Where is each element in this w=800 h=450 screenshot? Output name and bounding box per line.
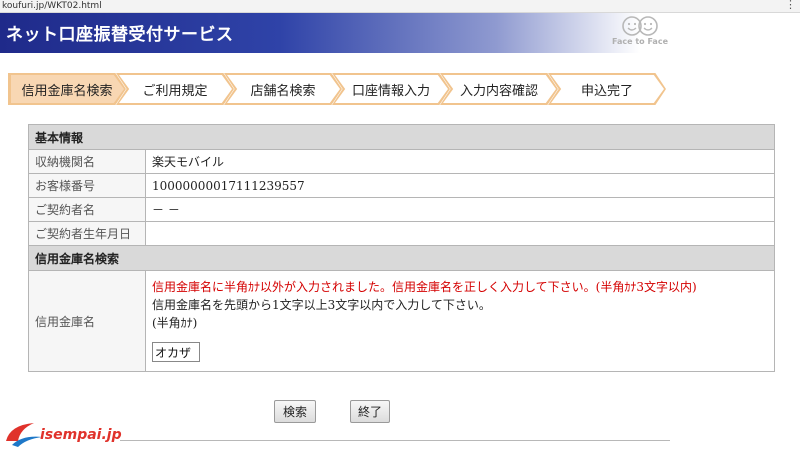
step-terms: ご利用規定 xyxy=(116,73,234,105)
footer-divider xyxy=(120,440,670,441)
face-to-face-logo: Face to Face xyxy=(610,15,670,51)
browser-address-bar[interactable]: koufuri.jp/WKT02.html ⋮ xyxy=(0,0,800,13)
field-value xyxy=(145,221,775,246)
field-label: ご契約者生年月日 xyxy=(28,221,146,246)
field-label: ご契約者名 xyxy=(28,197,146,222)
bank-search-cell: 信用金庫名に半角ｶﾅ以外が入力されました。信用金庫名を正しく入力して下さい。(半… xyxy=(145,270,775,372)
field-label: 収納機関名 xyxy=(28,149,146,174)
progress-steps: 信用金庫名検索 ご利用規定 店舗名検索 口座情報入力 入力内容確認 申込完了 xyxy=(8,73,668,105)
step-label: ご利用規定 xyxy=(142,84,208,99)
bank-name-input[interactable] xyxy=(152,342,200,362)
logo-brand-text: Face to Face xyxy=(611,37,668,46)
step-bank-search: 信用金庫名検索 xyxy=(8,73,126,105)
table-row: お客様番号 10000000017111239557 xyxy=(28,173,775,198)
step-label: 店舗名検索 xyxy=(250,84,316,99)
page-header: ネット口座振替受付サービス Face to Face xyxy=(0,13,800,53)
step-label: 口座情報入力 xyxy=(351,84,430,99)
field-value: 10000000017111239557 xyxy=(145,173,775,198)
more-vertical-icon[interactable]: ⋮ xyxy=(785,0,796,11)
error-message: 信用金庫名に半角ｶﾅ以外が入力されました。信用金庫名を正しく入力して下さい。(半… xyxy=(152,280,697,294)
watermark-text: isempai.jp xyxy=(40,427,122,443)
step-label: 信用金庫名検索 xyxy=(21,84,113,99)
bank-search-section-header: 信用金庫名検索 xyxy=(28,245,775,271)
swoosh-logo-icon xyxy=(6,423,42,447)
field-label: 信用金庫名 xyxy=(28,270,146,372)
smiley-faces-icon xyxy=(622,16,658,36)
step-account-info: 口座情報入力 xyxy=(332,73,450,105)
step-label: 入力内容確認 xyxy=(459,84,538,99)
field-value: － － xyxy=(145,197,775,222)
page-title: ネット口座振替受付サービス xyxy=(6,25,234,45)
step-label: 申込完了 xyxy=(580,84,633,99)
url-text[interactable]: koufuri.jp/WKT02.html xyxy=(2,0,102,12)
application-form-table: 基本情報 収納機関名 楽天モバイル お客様番号 1000000001711123… xyxy=(28,124,775,372)
search-button[interactable]: 検索 xyxy=(274,400,316,423)
end-button[interactable]: 終了 xyxy=(350,400,390,423)
step-branch-search: 店舗名検索 xyxy=(224,73,342,105)
section-title: 基本情報 xyxy=(28,124,775,150)
field-value: 楽天モバイル xyxy=(145,149,775,174)
table-row: ご契約者名 － － xyxy=(28,197,775,222)
input-format-note: (半角ｶﾅ) xyxy=(152,316,198,330)
field-label: お客様番号 xyxy=(28,173,146,198)
bank-search-row: 信用金庫名 信用金庫名に半角ｶﾅ以外が入力されました。信用金庫名を正しく入力して… xyxy=(28,270,775,372)
table-row: 収納機関名 楽天モバイル xyxy=(28,149,775,174)
step-confirm: 入力内容確認 xyxy=(440,73,558,105)
help-text: 信用金庫名を先頭から1文字以上3文字以内で入力して下さい。 xyxy=(152,298,491,312)
basic-info-section-header: 基本情報 xyxy=(28,124,775,150)
step-complete: 申込完了 xyxy=(548,73,666,105)
watermark: isempai.jp xyxy=(4,415,124,450)
table-row: ご契約者生年月日 xyxy=(28,221,775,246)
section-title: 信用金庫名検索 xyxy=(28,245,775,271)
